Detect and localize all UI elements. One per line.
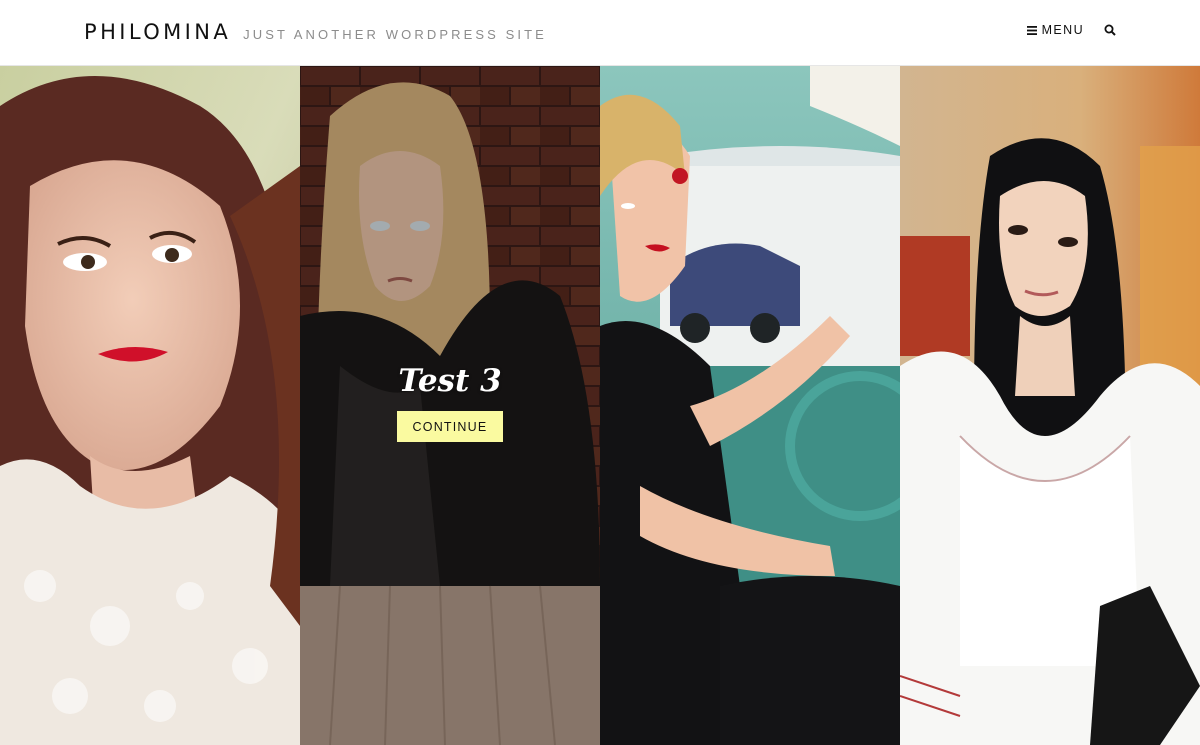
menu-label: MENU	[1041, 23, 1084, 37]
post-photo-4	[900, 66, 1200, 745]
post-title[interactable]: Test 3	[398, 363, 501, 399]
site-title-link[interactable]: PHILOMINA	[84, 20, 231, 44]
featured-panels: Test 3 CONTINUE	[0, 66, 1200, 745]
post-overlay-2: Test 3 CONTINUE	[300, 66, 600, 745]
post-panel-4[interactable]	[900, 66, 1200, 745]
post-panel-2[interactable]: Test 3 CONTINUE	[300, 66, 600, 745]
site-tagline: JUST ANOTHER WORDPRESS SITE	[243, 27, 547, 42]
post-panel-3[interactable]	[600, 66, 900, 745]
post-panel-1[interactable]	[0, 66, 300, 745]
site-header: PHILOMINA JUST ANOTHER WORDPRESS SITE ME…	[0, 0, 1200, 66]
header-nav: MENU	[1026, 23, 1116, 37]
hamburger-icon	[1026, 25, 1037, 35]
continue-button[interactable]: CONTINUE	[396, 411, 504, 442]
search-icon[interactable]	[1104, 24, 1116, 36]
menu-toggle-button[interactable]: MENU	[1026, 23, 1084, 37]
post-photo-1	[0, 66, 300, 745]
branding: PHILOMINA JUST ANOTHER WORDPRESS SITE	[84, 20, 547, 44]
post-photo-3	[600, 66, 900, 745]
